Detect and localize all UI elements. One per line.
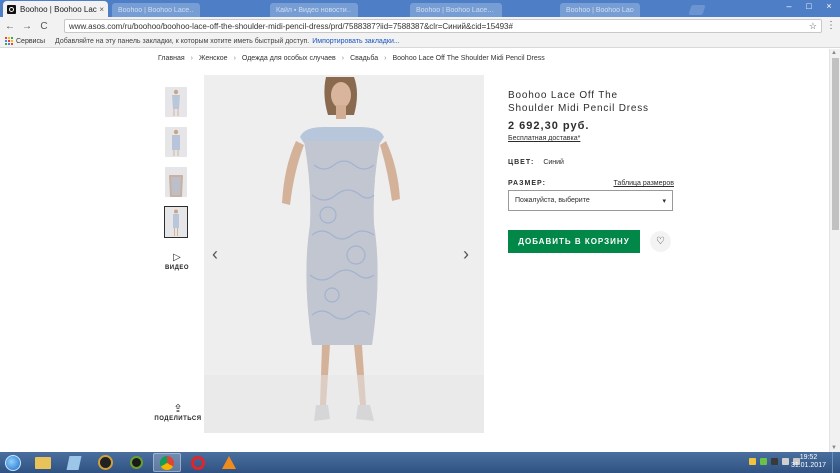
size-select[interactable]: Пожалуйста, выберите ▾ bbox=[508, 190, 673, 211]
share-button[interactable]: ⇪ ПОДЕЛИТЬСЯ bbox=[153, 402, 203, 422]
share-icon: ⇪ bbox=[173, 403, 183, 415]
main-product-image[interactable] bbox=[204, 75, 484, 433]
minimize-button[interactable]: – bbox=[780, 1, 798, 11]
play-icon: ▷ bbox=[173, 252, 181, 263]
breadcrumb-women[interactable]: Женское bbox=[199, 55, 228, 62]
browser-tab-strip: Boohoo | Boohoo Lace C × Boohoo | Boohoo… bbox=[0, 0, 840, 17]
chrome-taskbar-icon[interactable] bbox=[153, 453, 181, 472]
maximize-button[interactable]: □ bbox=[800, 1, 818, 11]
prev-image-arrow[interactable]: ‹ bbox=[212, 245, 218, 263]
page-scrollbar[interactable]: ▲ ▼ bbox=[829, 49, 840, 452]
explorer-taskbar-icon[interactable] bbox=[29, 453, 57, 472]
apps-link[interactable]: Сервисы bbox=[16, 38, 45, 45]
product-price: 2 692,30 руб. bbox=[508, 120, 590, 132]
close-window-button[interactable]: × bbox=[820, 1, 838, 11]
bookmark-star-icon[interactable]: ☆ bbox=[809, 21, 817, 32]
product-page: Главная › Женское › Одежда для особых случ… bbox=[0, 49, 840, 452]
apps-grid-icon[interactable] bbox=[5, 37, 13, 45]
product-thumbnail-active[interactable] bbox=[164, 206, 188, 238]
scroll-up-icon[interactable]: ▲ bbox=[831, 50, 837, 56]
free-delivery-link[interactable]: Бесплатная доставка* bbox=[508, 135, 674, 142]
bookmarks-bar: Сервисы Добавляйте на эту панель закладк… bbox=[0, 35, 840, 48]
heart-icon[interactable]: ♡ bbox=[650, 231, 671, 252]
tray-icon[interactable] bbox=[771, 458, 778, 465]
breadcrumb-home[interactable]: Главная bbox=[158, 55, 185, 62]
clock-date: 31.01.2017 bbox=[790, 462, 826, 469]
dress-photo bbox=[204, 75, 484, 433]
vlc-taskbar-icon[interactable] bbox=[215, 453, 243, 472]
next-image-arrow[interactable]: › bbox=[463, 245, 469, 263]
pen-app-taskbar-icon[interactable] bbox=[60, 453, 88, 472]
video-label: ВИДЕО bbox=[164, 265, 190, 271]
breadcrumb-current-product: Boohoo Lace Off The Shoulder Midi Pencil… bbox=[392, 55, 545, 62]
scrollbar-thumb[interactable] bbox=[832, 58, 839, 230]
add-to-bag-button[interactable]: ДОБАВИТЬ В КОРЗИНУ bbox=[508, 230, 640, 253]
tray-icon[interactable] bbox=[760, 458, 767, 465]
address-bar[interactable]: ⓘ www.asos.com/ru/boohoo/boohoo-lace-off… bbox=[64, 19, 822, 70]
buy-row: ДОБАВИТЬ В КОРЗИНУ ♡ bbox=[508, 230, 674, 253]
breadcrumb-wedding[interactable]: Свадьба bbox=[350, 55, 378, 62]
size-select-value: Пожалуйста, выберите bbox=[515, 197, 590, 204]
browser-tab-active[interactable]: Boohoo | Boohoo Lace C × bbox=[3, 1, 108, 17]
color-label: ЦВЕТ: bbox=[508, 159, 535, 166]
asos-favicon-icon bbox=[7, 4, 16, 14]
tray-icon[interactable] bbox=[749, 458, 756, 465]
browser-tab[interactable]: Кайл ▪ Видео новости… bbox=[270, 3, 358, 17]
product-thumbnail[interactable] bbox=[165, 127, 187, 157]
browser-tab[interactable]: Boohoo | Boohoo Lace… bbox=[560, 3, 640, 17]
size-row: РАЗМЕР: Таблица размеров bbox=[508, 180, 674, 187]
back-button[interactable]: ← bbox=[3, 19, 17, 33]
address-url[interactable]: www.asos.com/ru/boohoo/boohoo-lace-off-t… bbox=[69, 22, 809, 31]
browser-tab[interactable]: Boohoo | Boohoo Lace… bbox=[410, 3, 502, 17]
product-name: Boohoo Lace Off The Shoulder Midi Pencil… bbox=[508, 90, 649, 114]
video-button[interactable]: ▷ ВИДЕО bbox=[164, 252, 190, 271]
media-taskbar-icon[interactable] bbox=[122, 453, 150, 472]
system-clock[interactable]: 19:52 31.01.2017 bbox=[791, 454, 826, 470]
bookmarks-prompt: Добавляйте на эту панель закладки, к кот… bbox=[55, 37, 310, 45]
import-bookmarks-link[interactable]: Импортировать закладки... bbox=[312, 38, 399, 45]
new-tab-button[interactable] bbox=[688, 5, 706, 15]
tab-close-icon[interactable]: × bbox=[99, 5, 104, 14]
color-row: ЦВЕТ: Синий bbox=[508, 159, 674, 166]
product-thumbnail[interactable] bbox=[165, 167, 187, 197]
size-label: РАЗМЕР: bbox=[508, 180, 546, 187]
game-taskbar-icon[interactable] bbox=[91, 453, 119, 472]
thumbnail-list bbox=[164, 87, 188, 247]
scroll-down-icon[interactable]: ▼ bbox=[831, 445, 837, 451]
product-info: Boohoo Lace Off The Shoulder Midi Pencil… bbox=[508, 89, 674, 253]
tab-title: Boohoo | Boohoo Lace C bbox=[20, 4, 97, 14]
product-thumbnail[interactable] bbox=[165, 87, 187, 117]
screen: Boohoo | Boohoo Lace C × Boohoo | Boohoo… bbox=[0, 0, 840, 473]
chrome-menu-icon[interactable]: ⋮ bbox=[826, 20, 836, 31]
start-button[interactable] bbox=[0, 452, 26, 473]
windows-taskbar: 19:52 31.01.2017 bbox=[0, 452, 840, 473]
browser-toolbar: ← → C ⓘ www.asos.com/ru/boohoo/boohoo-la… bbox=[0, 17, 840, 70]
breadcrumb-occasion-wear[interactable]: Одежда для особых случаев bbox=[242, 55, 336, 62]
color-value: Синий bbox=[543, 159, 564, 166]
chevron-down-icon: ▾ bbox=[662, 197, 666, 205]
browser-tab[interactable]: Boohoo | Boohoo Lace… bbox=[112, 3, 200, 17]
size-chart-link[interactable]: Таблица размеров bbox=[613, 180, 674, 187]
breadcrumb: Главная › Женское › Одежда для особых случ… bbox=[158, 55, 545, 62]
opera-taskbar-icon[interactable] bbox=[184, 453, 212, 472]
forward-button[interactable]: → bbox=[20, 19, 34, 33]
windows-orb-icon bbox=[5, 454, 21, 471]
reload-button[interactable]: C bbox=[37, 19, 51, 33]
show-desktop-button[interactable] bbox=[832, 452, 840, 473]
clock-time: 19:52 bbox=[799, 454, 818, 461]
network-icon[interactable] bbox=[782, 458, 789, 465]
share-label: ПОДЕЛИТЬСЯ bbox=[154, 416, 202, 422]
